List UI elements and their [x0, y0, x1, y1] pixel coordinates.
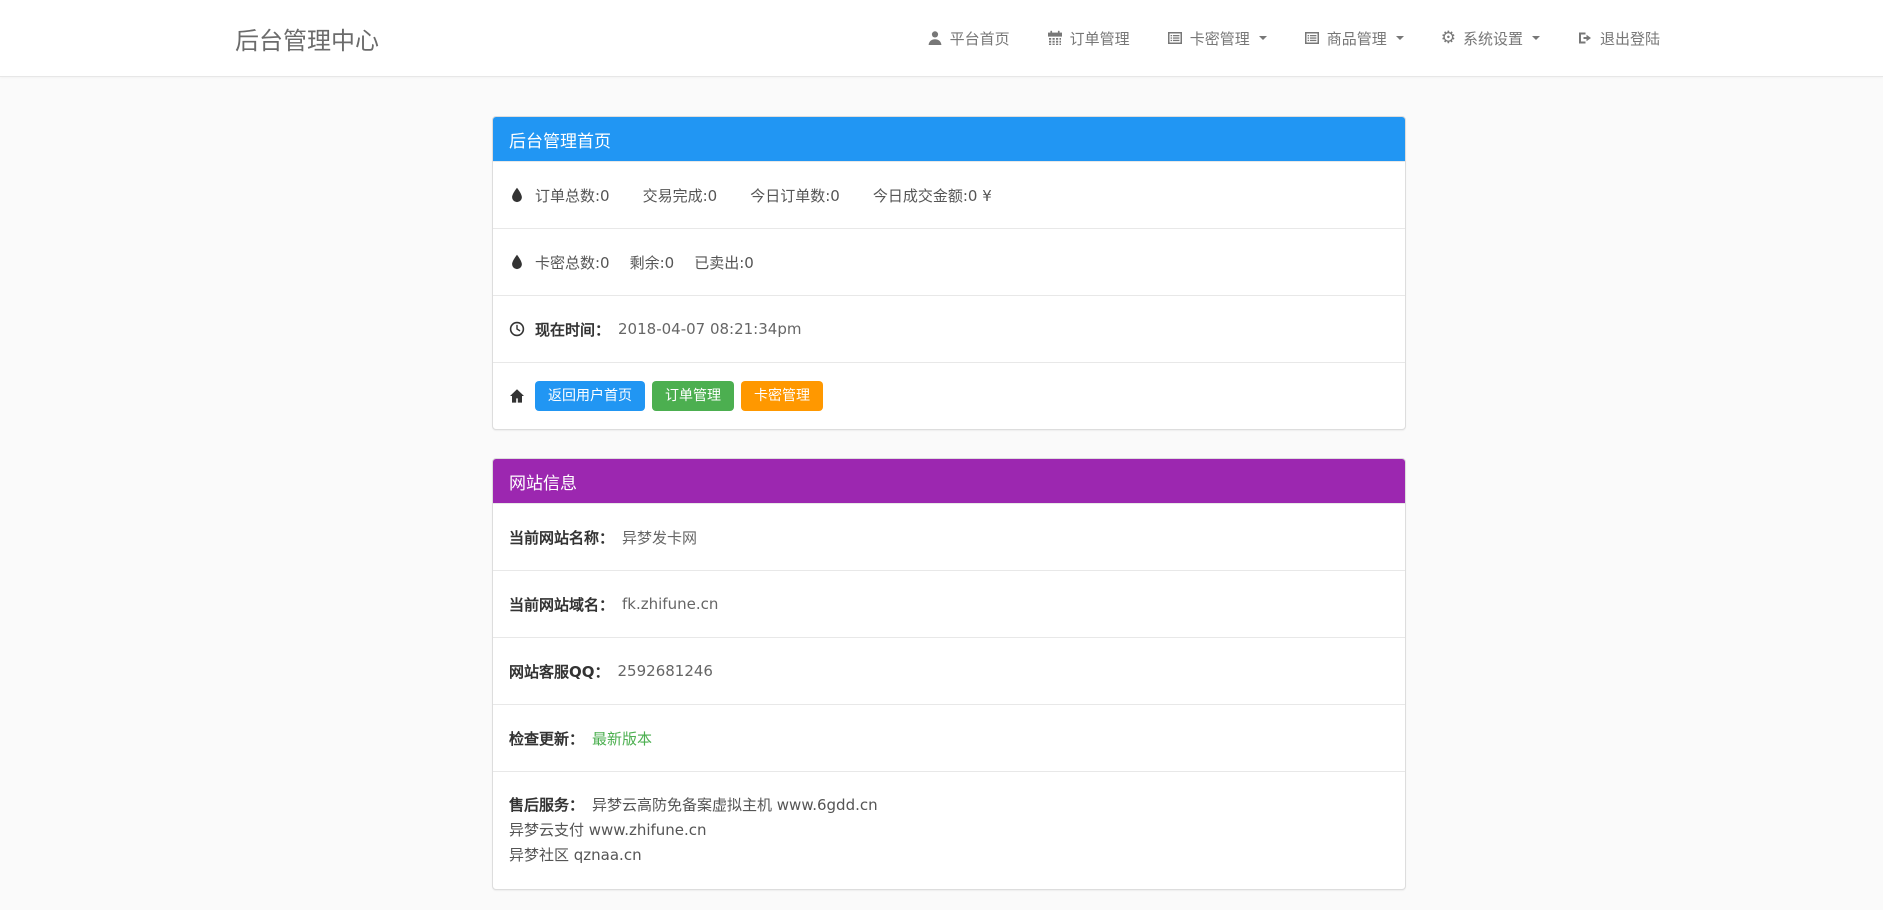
site-domain-row: 当前网站域名： fk.zhifune.cn	[493, 570, 1405, 637]
droplet-icon	[509, 254, 525, 270]
stat-today-orders: 今日订单数:0	[750, 185, 840, 206]
chevron-down-icon	[1259, 36, 1267, 40]
user-icon	[927, 30, 943, 46]
service-line-2: 异梦云支付 www.zhifune.cn	[509, 818, 1389, 843]
nav-item-label: 商品管理	[1327, 28, 1387, 49]
nav-item-system-settings[interactable]: ⚙ 系统设置	[1441, 28, 1540, 49]
after-sale-label: 售后服务：	[509, 796, 584, 814]
nav-item-card-management[interactable]: 卡密管理	[1167, 28, 1267, 49]
site-name-value: 异梦发卡网	[622, 527, 697, 548]
dashboard-panel-header: 后台管理首页	[493, 117, 1405, 161]
chevron-down-icon	[1396, 36, 1404, 40]
nav-item-label: 订单管理	[1070, 28, 1130, 49]
current-time-row: 现在时间： 2018-04-07 08:21:34pm	[493, 295, 1405, 362]
dashboard-panel-title: 后台管理首页	[509, 127, 611, 152]
nav-item-label: 卡密管理	[1190, 28, 1250, 49]
order-management-button[interactable]: 订单管理	[652, 381, 734, 411]
dashboard-panel: 后台管理首页 订单总数:0 交易完成:0 今日订单数:0 今日成交金额:0 ¥ …	[492, 116, 1406, 430]
stat-order-total: 订单总数:0	[535, 185, 610, 206]
site-domain-label: 当前网站域名：	[509, 594, 614, 615]
nav-item-label: 平台首页	[950, 28, 1010, 49]
brand-title[interactable]: 后台管理中心	[235, 21, 379, 56]
latest-version-link[interactable]: 最新版本	[592, 728, 652, 749]
site-name-label: 当前网站名称：	[509, 527, 614, 548]
nav-item-platform-home[interactable]: 平台首页	[927, 28, 1010, 49]
list-icon	[1167, 30, 1183, 46]
nav-item-label: 退出登陆	[1600, 28, 1660, 49]
current-time-label: 现在时间：	[535, 319, 610, 340]
service-qq-value: 2592681246	[618, 662, 713, 680]
stat-card-remaining: 剩余:0	[630, 252, 675, 273]
clock-icon	[509, 321, 525, 337]
nav-item-label: 系统设置	[1463, 28, 1523, 49]
nav-item-logout[interactable]: 退出登陆	[1577, 28, 1660, 49]
stat-card-total: 卡密总数:0	[535, 252, 610, 273]
site-info-panel: 网站信息 当前网站名称： 异梦发卡网 当前网站域名： fk.zhifune.cn…	[492, 458, 1406, 890]
main-content: 后台管理首页 订单总数:0 交易完成:0 今日订单数:0 今日成交金额:0 ¥ …	[492, 77, 1406, 890]
service-host-text: 异梦云高防免备案虚拟主机 www.6gdd.cn	[592, 796, 878, 814]
back-to-user-home-button[interactable]: 返回用户首页	[535, 381, 645, 411]
site-info-panel-header: 网站信息	[493, 459, 1405, 503]
service-qq-label: 网站客服QQ：	[509, 661, 610, 682]
home-icon	[509, 388, 525, 404]
site-domain-value: fk.zhifune.cn	[622, 595, 718, 613]
order-stats-row: 订单总数:0 交易完成:0 今日订单数:0 今日成交金额:0 ¥	[493, 161, 1405, 228]
stat-trade-complete: 交易完成:0	[643, 185, 718, 206]
nav-item-order-management[interactable]: 订单管理	[1047, 28, 1130, 49]
site-info-panel-title: 网站信息	[509, 469, 577, 494]
card-stats-row: 卡密总数:0 剩余:0 已卖出:0	[493, 228, 1405, 295]
service-qq-row: 网站客服QQ： 2592681246	[493, 637, 1405, 704]
current-time-value: 2018-04-07 08:21:34pm	[618, 320, 801, 338]
service-line-3: 异梦社区 qznaa.cn	[509, 843, 1389, 868]
list-icon	[1304, 30, 1320, 46]
after-sale-service-row: 售后服务： 异梦云高防免备案虚拟主机 www.6gdd.cn 异梦云支付 www.…	[493, 771, 1405, 889]
gear-icon: ⚙	[1441, 30, 1456, 46]
check-update-row: 检查更新： 最新版本	[493, 704, 1405, 771]
card-management-button[interactable]: 卡密管理	[741, 381, 823, 411]
nav-item-product-management[interactable]: 商品管理	[1304, 28, 1404, 49]
quick-links-row: 返回用户首页 订单管理 卡密管理	[493, 362, 1405, 429]
service-line-1: 售后服务： 异梦云高防免备案虚拟主机 www.6gdd.cn	[509, 793, 1389, 818]
top-navbar: 后台管理中心 平台首页 订单管理	[0, 0, 1883, 77]
logout-icon	[1577, 30, 1593, 46]
site-name-row: 当前网站名称： 异梦发卡网	[493, 503, 1405, 570]
check-update-label: 检查更新：	[509, 728, 584, 749]
chevron-down-icon	[1532, 36, 1540, 40]
main-nav: 平台首页 订单管理 卡密管理	[927, 28, 1660, 49]
stat-today-amount: 今日成交金额:0 ¥	[873, 185, 992, 206]
stat-card-sold: 已卖出:0	[694, 252, 754, 273]
droplet-icon	[509, 187, 525, 203]
calendar-icon	[1047, 30, 1063, 46]
